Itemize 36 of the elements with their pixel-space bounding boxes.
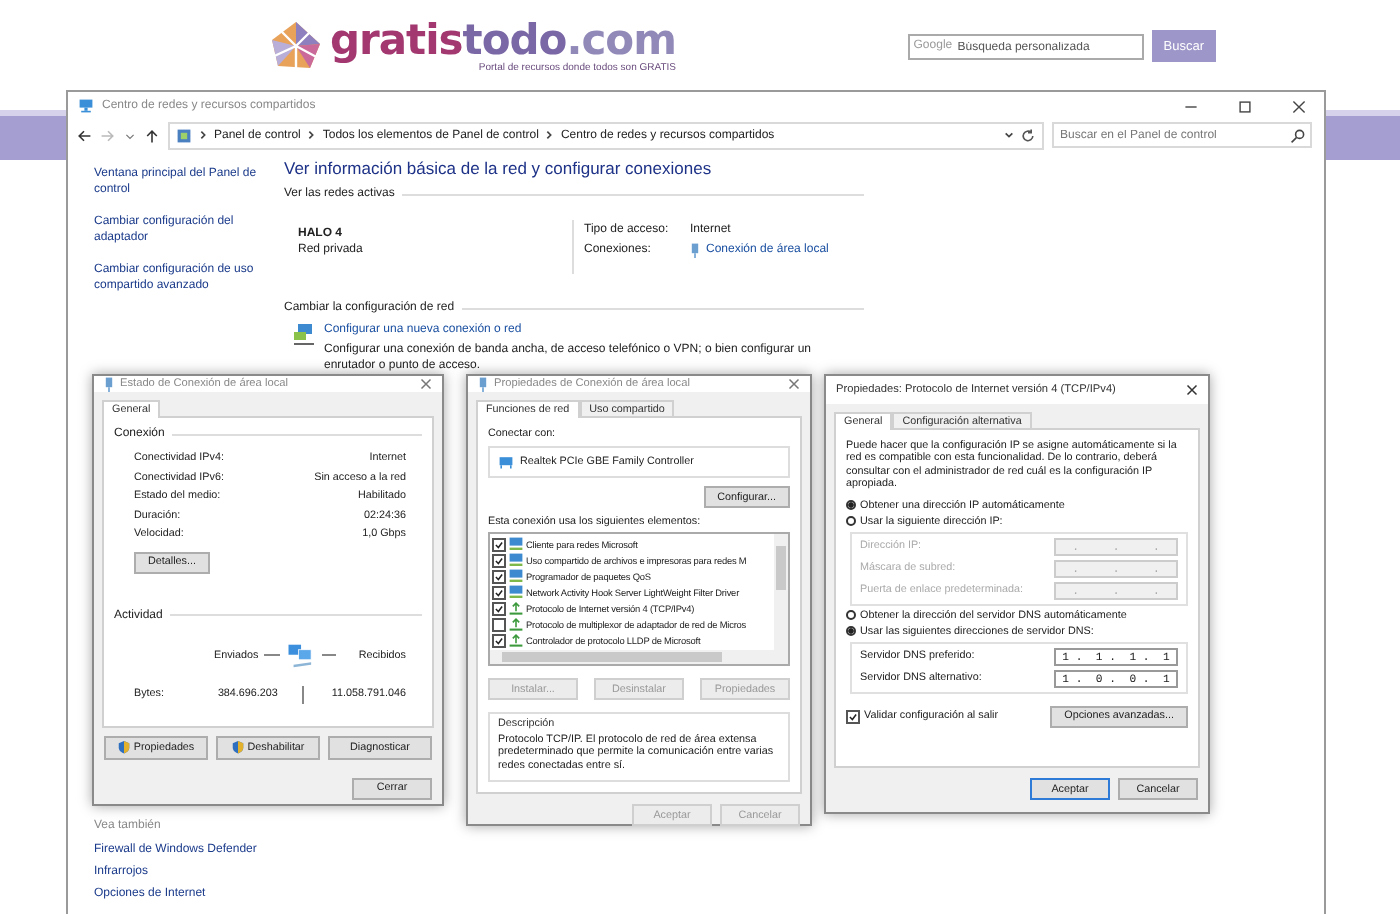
chevron-icon: [306, 130, 317, 140]
checkbox[interactable]: [492, 585, 506, 599]
back-arrow-icon[interactable]: [76, 127, 92, 143]
search-icon: [1290, 127, 1306, 143]
chevron-down-icon[interactable]: [1004, 130, 1014, 140]
close-icon[interactable]: [1292, 99, 1306, 113]
page-heading: Ver información básica de la red y configurar conexiones: [284, 158, 714, 178]
maximize-icon[interactable]: [1238, 99, 1252, 113]
vertical-scrollbar[interactable]: [774, 534, 788, 650]
radio-button[interactable]: [846, 610, 856, 621]
ethernet-icon: [104, 376, 114, 392]
refresh-icon[interactable]: [1020, 127, 1036, 143]
checkbox[interactable]: [492, 537, 506, 551]
radio-button[interactable]: [846, 500, 856, 511]
network-card-icon: [498, 454, 514, 470]
horizontal-scrollbar[interactable]: [490, 650, 788, 664]
checkbox[interactable]: [492, 601, 506, 615]
ethernet-icon: [690, 242, 700, 258]
chevron-icon: [198, 130, 208, 140]
checkbox[interactable]: [492, 633, 506, 647]
chevron-icon: [544, 130, 555, 140]
network-setup-icon: [292, 322, 316, 346]
ethernet-icon: [478, 376, 488, 392]
radio-button[interactable]: [846, 626, 856, 637]
close-icon[interactable]: [1186, 384, 1198, 396]
control-panel-icon: [176, 127, 192, 143]
shield-icon: [231, 740, 244, 754]
checkbox[interactable]: [492, 617, 506, 631]
up-arrow-icon[interactable]: [144, 127, 160, 143]
site-logo-text[interactable]: gratistodo.com: [330, 18, 676, 62]
shield-icon: [117, 740, 130, 754]
checkbox[interactable]: [492, 569, 506, 583]
checkbox[interactable]: [492, 553, 506, 567]
checkbox[interactable]: [846, 709, 860, 724]
radio-button[interactable]: [846, 516, 856, 527]
network-icon: [78, 98, 94, 114]
